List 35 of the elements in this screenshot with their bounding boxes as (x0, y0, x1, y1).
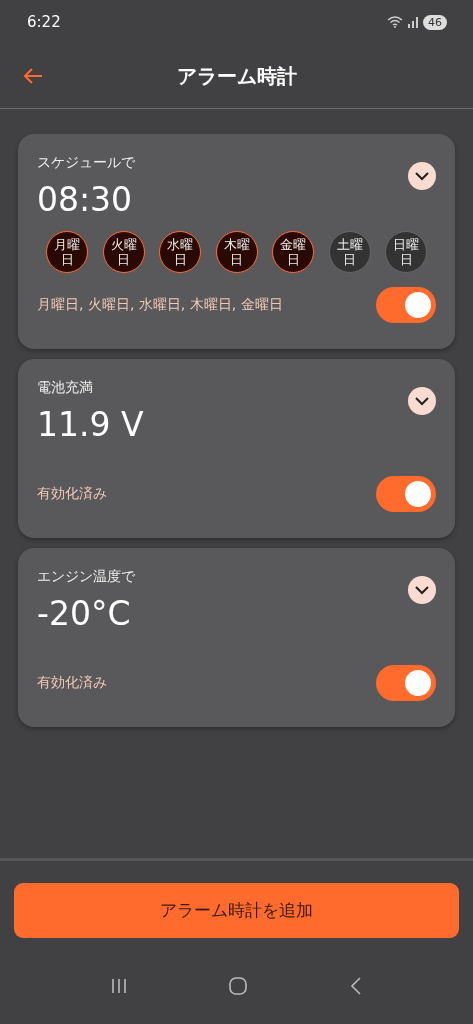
alarm-switch[interactable] (376, 665, 436, 701)
battery-level: 46 (423, 14, 447, 30)
chevron-icon (414, 171, 430, 181)
add-alarm-button[interactable]: アラーム時計を追加 (14, 883, 459, 938)
alarm-label: スケジュールで (37, 154, 135, 172)
signal-icon (407, 16, 419, 28)
alarm-value: 11.9 V (37, 405, 144, 444)
wifi-icon (387, 16, 403, 28)
home-icon[interactable] (228, 977, 249, 995)
back-icon[interactable] (23, 68, 43, 84)
expand-button[interactable] (408, 387, 436, 415)
day-toggle[interactable]: 金曜日 (272, 231, 314, 273)
alarm-summary: 有効化済み (37, 485, 107, 503)
alarm-switch[interactable] (376, 476, 436, 512)
alarm-summary: 有効化済み (37, 674, 107, 692)
day-toggle[interactable]: 水曜日 (159, 231, 201, 273)
chevron-icon (414, 396, 430, 406)
day-toggle[interactable]: 月曜日 (46, 231, 88, 273)
alarm-label: エンジン温度で (37, 568, 135, 586)
page-title: アラーム時計 (176, 62, 297, 90)
status-time: 6:22 (27, 13, 61, 31)
expand-button[interactable] (408, 576, 436, 604)
expand-button[interactable] (408, 162, 436, 190)
alarm-label: 電池充満 (37, 379, 94, 397)
recent-apps-icon[interactable] (110, 979, 127, 993)
back-nav-icon[interactable] (350, 977, 363, 995)
alarm-value: 08:30 (37, 180, 134, 219)
alarm-switch[interactable] (376, 287, 436, 323)
chevron-icon (414, 585, 430, 595)
day-toggle[interactable]: 土曜日 (328, 231, 371, 273)
day-toggle[interactable]: 日曜日 (385, 231, 427, 273)
alarm-value: -20°C (37, 594, 132, 633)
day-toggle[interactable]: 木曜日 (215, 231, 258, 273)
day-toggle[interactable]: 火曜日 (102, 231, 145, 273)
alarm-summary: 月曜日, 火曜日, 水曜日, 木曜日, 金曜日 (37, 296, 283, 314)
